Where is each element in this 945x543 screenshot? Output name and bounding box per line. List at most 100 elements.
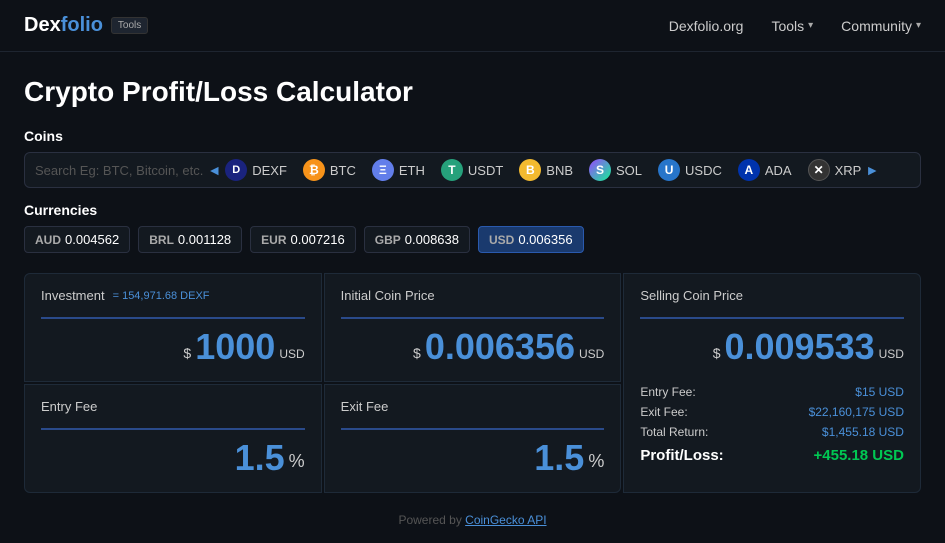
selling-price-label: Selling Coin Price [640, 288, 743, 303]
eur-value: 0.007216 [291, 232, 345, 247]
summary-section: Entry Fee: $15 USD Exit Fee: $22,160,175… [640, 385, 904, 464]
nav-tools-label: Tools [771, 18, 804, 34]
footer: Powered by CoinGecko API [24, 509, 921, 527]
eur-code: EUR [261, 233, 286, 247]
selling-price-value[interactable]: 0.009533 [724, 329, 874, 365]
entry-fee-card: Entry Fee 1.5 % [24, 384, 322, 493]
summary-total-return-row: Total Return: $1,455.18 USD [640, 425, 904, 439]
currency-brl[interactable]: BRL 0.001128 [138, 226, 242, 253]
tools-chevron-icon: ▾ [808, 20, 813, 31]
entry-fee-unit: % [289, 451, 305, 476]
currency-aud[interactable]: AUD 0.004562 [24, 226, 130, 253]
main-content: Crypto Profit/Loss Calculator Coins Sear… [0, 52, 945, 543]
coin-item-sol[interactable]: S SOL [589, 159, 642, 181]
coin-item-dexf[interactable]: D DEXF [225, 159, 287, 181]
investment-input-row: $ 1000 USD [41, 317, 305, 365]
coins-nav-right-icon[interactable]: ► [861, 162, 883, 178]
logo-dex: Dex [24, 14, 61, 36]
exit-fee-value[interactable]: 1.5 [534, 440, 584, 476]
page-title: Crypto Profit/Loss Calculator [24, 76, 921, 108]
investment-unit: USD [279, 347, 304, 365]
usdc-icon: U [658, 159, 680, 181]
ada-label: ADA [765, 163, 792, 178]
initial-price-title-row: Initial Coin Price [341, 288, 605, 303]
logo-folio: folio [61, 14, 103, 36]
coins-row: Search Eg: BTC, Bitcoin, etc. ◄ D DEXF ₿… [24, 152, 921, 188]
selling-price-currency-symbol: $ [713, 345, 721, 365]
summary-entry-fee-value: $15 USD [855, 385, 904, 399]
entry-fee-title-row: Entry Fee [41, 399, 305, 414]
entry-fee-label: Entry Fee [41, 399, 97, 414]
initial-price-value[interactable]: 0.006356 [425, 329, 575, 365]
investment-subtitle: = 154,971.68 DEXF [113, 290, 210, 302]
brl-value: 0.001128 [178, 232, 231, 247]
summary-total-return-value: $1,455.18 USD [822, 425, 904, 439]
ada-icon: A [738, 159, 760, 181]
usdc-label: USDC [685, 163, 722, 178]
usdt-label: USDT [468, 163, 503, 178]
gbp-value: 0.008638 [405, 232, 459, 247]
currencies-section-label: Currencies [24, 202, 921, 218]
summary-exit-fee-label: Exit Fee: [640, 405, 687, 419]
btc-icon: ₿ [303, 159, 325, 181]
profit-loss-row: Profit/Loss: +455.18 USD [640, 447, 904, 464]
currency-usd[interactable]: USD 0.006356 [478, 226, 584, 253]
selling-price-title-row: Selling Coin Price [640, 288, 904, 303]
investment-value[interactable]: 1000 [195, 329, 275, 365]
sol-label: SOL [616, 163, 642, 178]
summary-total-return-label: Total Return: [640, 425, 708, 439]
investment-title-row: Investment = 154,971.68 DEXF [41, 288, 305, 303]
exit-fee-label: Exit Fee [341, 399, 389, 414]
summary-exit-fee-row: Exit Fee: $22,160,175 USD [640, 405, 904, 419]
entry-fee-input-row: 1.5 % [41, 428, 305, 476]
coin-item-usdt[interactable]: T USDT [441, 159, 503, 181]
currency-gbp[interactable]: GBP 0.008638 [364, 226, 470, 253]
initial-price-label: Initial Coin Price [341, 288, 435, 303]
coins-nav-left-icon[interactable]: ◄ [203, 162, 225, 178]
coin-item-bnb[interactable]: B BNB [519, 159, 573, 181]
selling-price-unit: USD [879, 347, 904, 365]
sol-icon: S [589, 159, 611, 181]
logo-area: Dexfolio Tools [24, 14, 148, 37]
nav-community[interactable]: Community ▾ [841, 18, 921, 34]
nav-community-label: Community [841, 18, 912, 34]
summary-entry-fee-label: Entry Fee: [640, 385, 695, 399]
coin-item-eth[interactable]: Ξ ETH [372, 159, 425, 181]
eth-label: ETH [399, 163, 425, 178]
exit-fee-title-row: Exit Fee [341, 399, 605, 414]
bnb-label: BNB [546, 163, 573, 178]
tools-badge: Tools [111, 17, 148, 34]
initial-price-input-row: $ 0.006356 USD [341, 317, 605, 365]
eth-icon: Ξ [372, 159, 394, 181]
coingecko-link[interactable]: CoinGecko API [465, 513, 546, 527]
coin-item-btc[interactable]: ₿ BTC [303, 159, 356, 181]
coins-search-placeholder[interactable]: Search Eg: BTC, Bitcoin, etc. [35, 163, 203, 178]
coins-section-label: Coins [24, 128, 921, 144]
exit-fee-input-row: 1.5 % [341, 428, 605, 476]
aud-code: AUD [35, 233, 61, 247]
summary-exit-fee-value: $22,160,175 USD [809, 405, 904, 419]
currency-eur[interactable]: EUR 0.007216 [250, 226, 356, 253]
btc-label: BTC [330, 163, 356, 178]
investment-card: Investment = 154,971.68 DEXF $ 1000 USD [24, 273, 322, 382]
logo: Dexfolio [24, 14, 103, 37]
usd-code: USD [489, 233, 514, 247]
coin-item-usdc[interactable]: U USDC [658, 159, 722, 181]
coin-item-xrp[interactable]: ✕ XRP [808, 159, 862, 181]
community-chevron-icon: ▾ [916, 20, 921, 31]
coin-item-ada[interactable]: A ADA [738, 159, 792, 181]
currencies-row: AUD 0.004562 BRL 0.001128 EUR 0.007216 G… [24, 226, 921, 253]
coin-list: D DEXF ₿ BTC Ξ ETH T USDT B BNB [225, 159, 861, 181]
nav-site-link[interactable]: Dexfolio.org [669, 18, 744, 34]
dexf-label: DEXF [252, 163, 287, 178]
aud-value: 0.004562 [65, 232, 119, 247]
footer-text: Powered by [398, 513, 465, 527]
initial-price-currency-symbol: $ [413, 345, 421, 365]
dexf-icon: D [225, 159, 247, 181]
summary-entry-fee-row: Entry Fee: $15 USD [640, 385, 904, 399]
usdt-icon: T [441, 159, 463, 181]
profit-loss-label: Profit/Loss: [640, 447, 723, 464]
nav-tools[interactable]: Tools ▾ [771, 18, 813, 34]
entry-fee-value[interactable]: 1.5 [235, 440, 285, 476]
selling-summary-card: Selling Coin Price $ 0.009533 USD Entry … [623, 273, 921, 493]
